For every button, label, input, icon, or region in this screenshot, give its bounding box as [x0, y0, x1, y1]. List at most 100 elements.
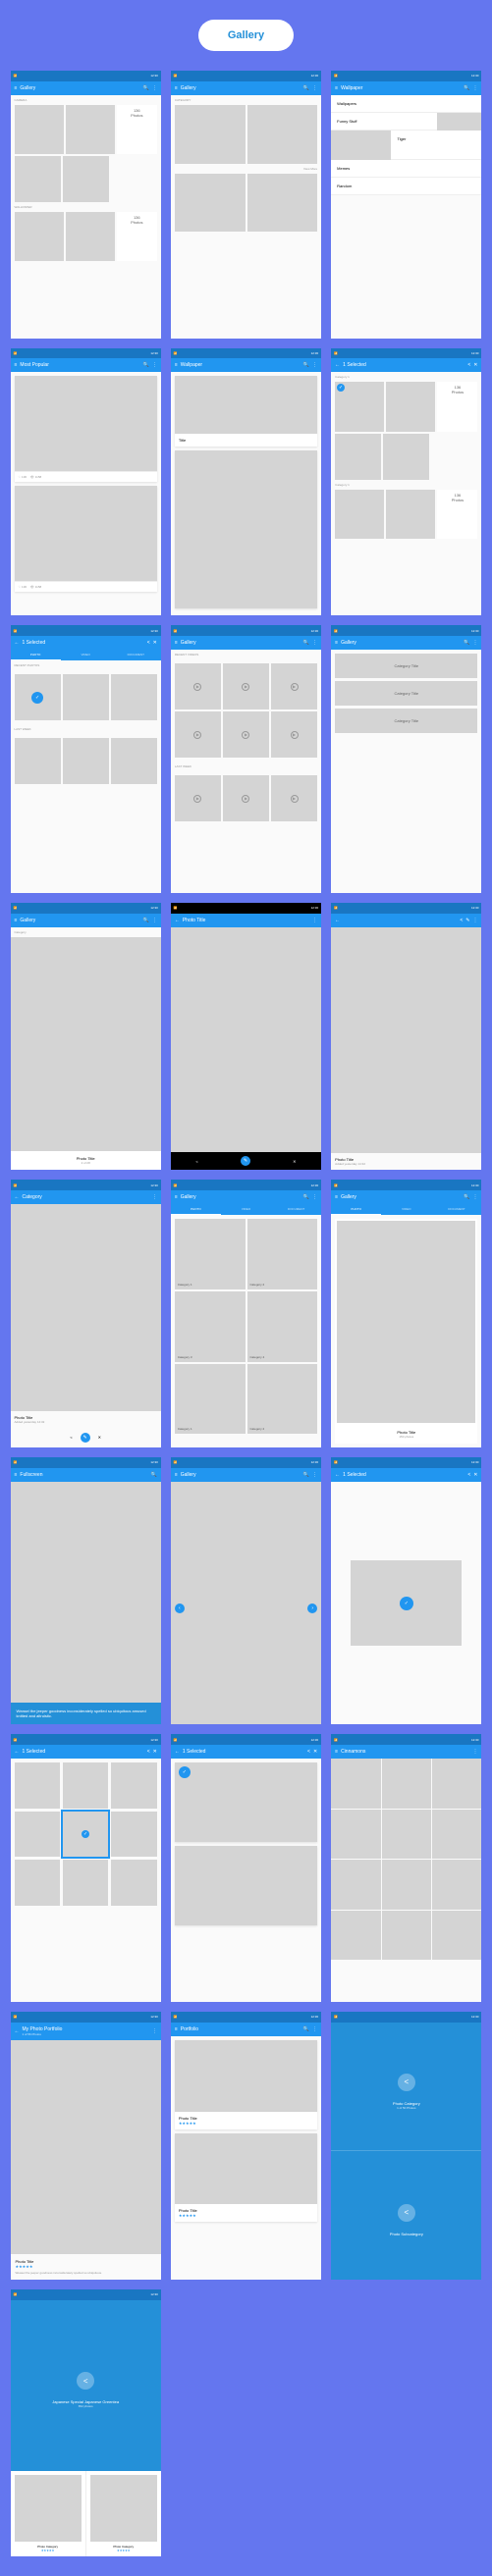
count-card[interactable]: 136Photos	[117, 212, 157, 261]
more-icon[interactable]: ⋮	[472, 918, 477, 923]
menu-icon[interactable]: ≡	[335, 1194, 338, 1200]
menu-icon[interactable]: ≡	[175, 362, 178, 368]
search-icon[interactable]: 🔍	[303, 1194, 309, 1200]
menu-icon[interactable]: ≡	[175, 1194, 178, 1200]
prev-button[interactable]: ‹	[175, 1603, 185, 1613]
menu-icon[interactable]: ≡	[335, 1749, 338, 1755]
more-icon[interactable]: ⋮	[312, 362, 317, 368]
share-fab[interactable]: <	[77, 2372, 94, 2390]
share-icon[interactable]: <	[467, 1472, 470, 1478]
thumb[interactable]	[66, 105, 115, 154]
back-icon[interactable]: ←	[335, 362, 340, 368]
share-fab[interactable]: <	[398, 2074, 415, 2091]
count-card[interactable]: 136Photos	[117, 105, 157, 154]
more-icon[interactable]: ⋮	[472, 640, 477, 646]
tab[interactable]: PHOTO	[11, 650, 61, 660]
more-icon[interactable]: ⋮	[152, 1194, 157, 1200]
edit-button[interactable]: ✎	[241, 1156, 250, 1166]
back-icon[interactable]: ←	[175, 1749, 180, 1755]
menu-icon[interactable]: ≡	[175, 85, 178, 91]
back-icon[interactable]: ←	[15, 2028, 20, 2034]
list-item[interactable]: Random	[331, 178, 481, 195]
more-icon[interactable]: ⋮	[152, 362, 157, 368]
search-icon[interactable]: 🔍	[143, 85, 149, 91]
share-icon[interactable]: <	[460, 918, 463, 923]
more-icon[interactable]: ⋮	[472, 1194, 477, 1200]
list-item[interactable]: Wallpapers	[331, 95, 481, 113]
share-fab[interactable]: <	[398, 2204, 415, 2222]
tab[interactable]: DOCUMENT	[111, 650, 161, 660]
thumb[interactable]	[15, 105, 64, 154]
more-icon[interactable]: ⋮	[472, 1749, 477, 1755]
close-icon[interactable]: ✕	[473, 362, 477, 368]
search-icon[interactable]: 🔍	[151, 1472, 157, 1478]
photo-selected[interactable]: ✓	[351, 1560, 462, 1646]
thumb-selected[interactable]: ✓	[335, 382, 384, 431]
photo[interactable]	[331, 927, 481, 1154]
cat-tile[interactable]: Category Title	[335, 681, 477, 706]
list-item[interactable]: Tiger	[391, 131, 481, 160]
back-icon[interactable]: ←	[335, 1472, 340, 1478]
more-icon[interactable]: ⋮	[152, 918, 157, 923]
search-icon[interactable]: 🔍	[143, 362, 149, 368]
thumb[interactable]	[63, 156, 109, 202]
photo[interactable]	[11, 1204, 161, 1411]
photo[interactable]	[11, 937, 161, 1152]
edit-button[interactable]: ✎	[81, 1433, 90, 1443]
search-icon[interactable]: 🔍	[303, 1472, 309, 1478]
thumb[interactable]	[66, 212, 115, 261]
close-icon[interactable]: ✕	[473, 1472, 477, 1478]
more-icon[interactable]: ⋮	[312, 918, 317, 923]
search-icon[interactable]: 🔍	[464, 640, 469, 646]
thumb[interactable]	[175, 174, 246, 233]
cat-tile[interactable]: Category Title	[335, 654, 477, 678]
photo[interactable]	[335, 1219, 477, 1425]
search-icon[interactable]: 🔍	[303, 2026, 309, 2032]
menu-icon[interactable]: ≡	[335, 640, 338, 646]
thumb[interactable]	[247, 105, 318, 164]
like[interactable]: ♡ 136	[19, 475, 27, 479]
photo[interactable]	[171, 927, 321, 1153]
more-icon[interactable]: ⋮	[152, 2028, 157, 2034]
more-icon[interactable]: ⋮	[312, 85, 317, 91]
more-icon[interactable]: ⋮	[312, 1194, 317, 1200]
thumb[interactable]	[247, 174, 318, 233]
share-icon[interactable]: <	[70, 1435, 72, 1440]
search-icon[interactable]: 🔍	[464, 85, 469, 91]
close-icon[interactable]: ✕	[153, 640, 157, 646]
menu-icon[interactable]: ≡	[175, 2026, 178, 2032]
video-thumb[interactable]: ▶	[175, 663, 221, 710]
back-icon[interactable]: ←	[15, 1749, 20, 1755]
close-icon[interactable]: ✕	[293, 1159, 296, 1164]
close-icon[interactable]: ✕	[98, 1435, 101, 1440]
menu-icon[interactable]: ≡	[15, 362, 18, 368]
menu-icon[interactable]: ≡	[175, 640, 178, 646]
more-icon[interactable]: ⋮	[152, 85, 157, 91]
search-icon[interactable]: 🔍	[464, 1194, 469, 1200]
back-icon[interactable]: ←	[175, 918, 180, 923]
thumb[interactable]	[15, 156, 61, 202]
search-icon[interactable]: 🔍	[303, 85, 309, 91]
share-icon[interactable]: <	[467, 362, 470, 368]
tab[interactable]: VIDEO	[61, 650, 111, 660]
thumb[interactable]	[15, 212, 64, 261]
more-icon[interactable]: ⋮	[312, 640, 317, 646]
share-icon[interactable]: <	[195, 1159, 197, 1164]
more-icon[interactable]: ⋮	[312, 1472, 317, 1478]
menu-icon[interactable]: ≡	[335, 85, 338, 91]
menu-icon[interactable]: ≡	[15, 1472, 18, 1478]
back-icon[interactable]: ←	[335, 918, 340, 923]
search-icon[interactable]: 🔍	[143, 918, 149, 923]
photo[interactable]	[11, 2040, 161, 2254]
menu-icon[interactable]: ≡	[175, 1472, 178, 1478]
edit-icon[interactable]: ✎	[465, 918, 469, 923]
back-icon[interactable]: ←	[15, 640, 20, 646]
cat-tile[interactable]: Category Title	[335, 709, 477, 733]
more-icon[interactable]: ⋮	[312, 2026, 317, 2032]
list-item[interactable]: Memes	[331, 160, 481, 178]
back-icon[interactable]: ←	[15, 1194, 20, 1200]
share-icon[interactable]: <	[147, 1749, 150, 1755]
share-icon[interactable]: <	[307, 1749, 310, 1755]
search-icon[interactable]: 🔍	[303, 640, 309, 646]
share-icon[interactable]: <	[147, 640, 150, 646]
